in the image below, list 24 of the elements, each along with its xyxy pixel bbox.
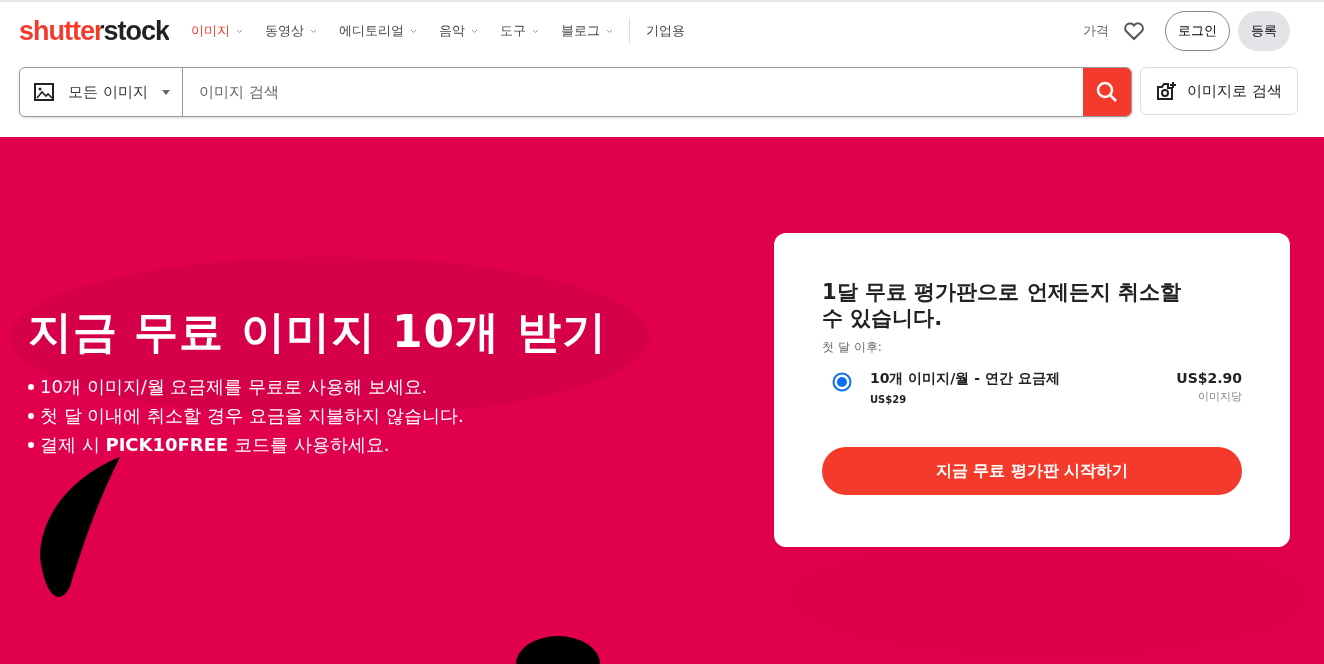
nav-tab[interactable]: 동영상: [265, 22, 318, 40]
price-unit: 이미지당: [1197, 389, 1242, 404]
offer-title: 1달 무료 평가판으로 언제든지 취소할 수 있습니다.: [822, 279, 1182, 331]
nav-tab[interactable]: 이미지: [191, 22, 244, 40]
bullet-text: 결제 시 PICK10FREE 코드를 사용하세요.: [40, 433, 390, 457]
login-button[interactable]: 로그인: [1165, 11, 1230, 51]
nav-tab[interactable]: 도구: [500, 22, 540, 40]
bullet-text: 10개 이미지/월 요금제를 무료로 사용해 보세요.: [40, 375, 428, 399]
plan-price: US$2.90: [1176, 370, 1242, 386]
plan-total: US$29: [870, 394, 908, 405]
hero-title: 지금 무료 이미지 10개 받기: [28, 305, 607, 359]
signup-button[interactable]: 등록: [1238, 11, 1290, 51]
offer-subtitle: 첫 달 이후:: [822, 339, 883, 356]
nav-tab[interactable]: 블로그: [561, 22, 614, 40]
pricing-link[interactable]: 가격: [1083, 22, 1109, 40]
start-trial-button[interactable]: 지금 무료 평가판 시작하기: [822, 447, 1242, 495]
nav-tab[interactable]: 음악: [439, 22, 479, 40]
nav-tab[interactable]: 기업용: [646, 22, 686, 40]
category-dropdown[interactable]: 모든 이미지: [20, 68, 183, 116]
image-search-button[interactable]: 이미지로 검색: [1140, 67, 1298, 115]
nav-tab[interactable]: 에디토리얼: [339, 22, 418, 40]
search-field[interactable]: 모든 이미지 이미지 검색: [19, 67, 1133, 117]
bullet-text: 첫 달 이내에 취소할 경우 요금을 지불하지 않습니다.: [40, 404, 464, 428]
plan-name: 10개 이미지/월 - 연간 요금제: [870, 370, 1061, 388]
